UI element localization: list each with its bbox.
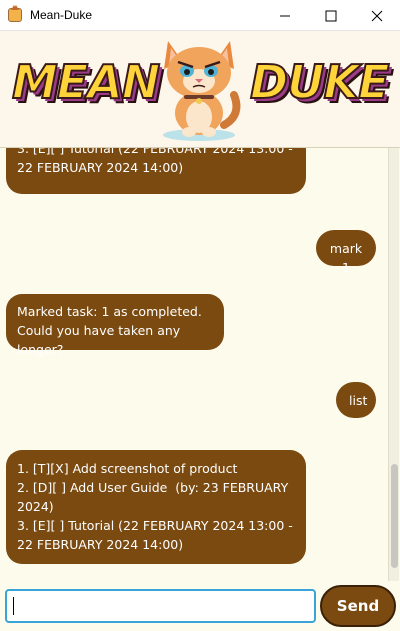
duke-message: Marked task: 1 as completed. Could you h…	[6, 294, 224, 357]
window-title: Mean-Duke	[30, 8, 93, 22]
minimize-button[interactable]	[262, 0, 308, 31]
vertical-scrollbar[interactable]	[388, 148, 399, 581]
duke-message: 3. [E][ ] Tutorial (22 FEBRUARY 2024 13:…	[6, 148, 306, 194]
logo-text-right: DUKE	[249, 54, 391, 110]
scrollbar-thumb[interactable]	[391, 464, 398, 568]
user-message: mark 1	[316, 230, 376, 275]
user-message: list	[336, 382, 376, 418]
duke-message: 1. [T][X] Add screenshot of product 2. […	[6, 450, 306, 564]
cat-icon	[8, 5, 22, 22]
text-caret	[13, 597, 14, 615]
maximize-icon	[325, 10, 337, 22]
logo-text-left: MEAN	[11, 54, 161, 110]
maximize-button[interactable]	[308, 0, 354, 31]
minimize-icon	[280, 15, 290, 17]
header-banner: MEAN DUKE	[0, 31, 400, 147]
close-icon	[371, 10, 383, 22]
input-bar: Send	[0, 581, 400, 631]
close-button[interactable]	[354, 0, 400, 31]
title-bar: Mean-Duke	[0, 0, 400, 31]
cat-mascot-icon	[163, 41, 241, 141]
send-button[interactable]: Send	[320, 585, 396, 627]
chat-scroll-area[interactable]: 3. [E][ ] Tutorial (22 FEBRUARY 2024 13:…	[0, 147, 400, 581]
message-input[interactable]	[5, 589, 316, 623]
